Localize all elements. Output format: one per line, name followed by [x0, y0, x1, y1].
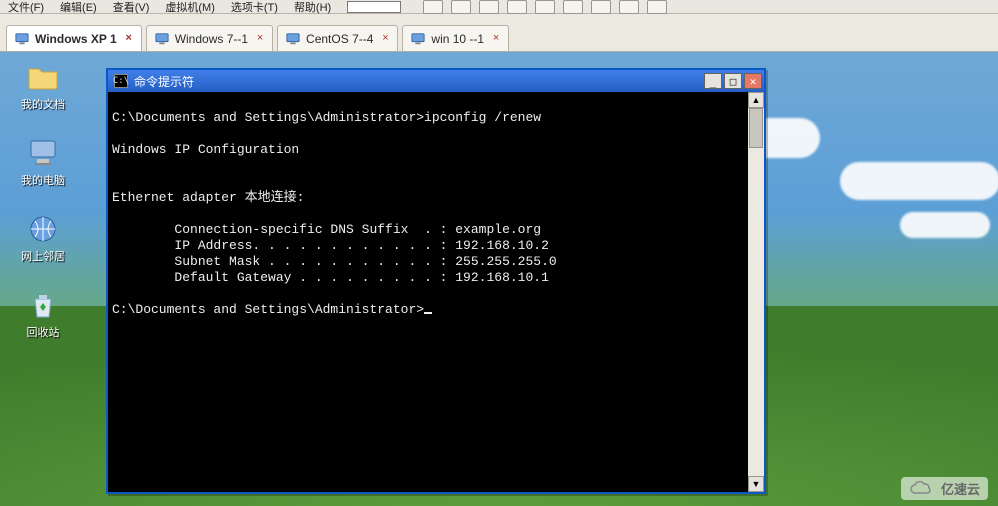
close-icon[interactable]: ×: [123, 32, 135, 44]
desktop-icon-my-computer[interactable]: 我的电脑: [8, 136, 78, 188]
toolbar-icon[interactable]: [423, 0, 443, 14]
vm-tab-label: win 10 --1: [431, 32, 484, 46]
cmd-window[interactable]: C:\ 命令提示符 _ □ ✕ C:\Documents and Setting…: [106, 68, 766, 494]
toolbar-icon[interactable]: [563, 0, 583, 14]
menu-tabs[interactable]: 选项卡(T): [227, 0, 282, 15]
desktop-icon-column: 我的文档 我的电脑 网上邻居 回收站: [8, 60, 78, 340]
monitor-icon: [411, 32, 425, 46]
vertical-scrollbar[interactable]: ▲ ▼: [748, 92, 764, 492]
desktop-icon-my-docs[interactable]: 我的文档: [8, 60, 78, 112]
vm-tab-win10[interactable]: win 10 --1 ×: [402, 25, 509, 51]
desktop-icon-label: 我的文档: [21, 96, 65, 112]
desktop-icon-recycle[interactable]: 回收站: [8, 288, 78, 340]
computer-icon: [26, 136, 60, 170]
menu-edit[interactable]: 编辑(E): [56, 0, 101, 15]
watermark: 亿速云: [901, 477, 988, 500]
cmd-client-area: C:\Documents and Settings\Administrator>…: [108, 92, 764, 492]
vm-tab-centos[interactable]: CentOS 7--4 ×: [277, 25, 398, 51]
toolbar-icon[interactable]: [507, 0, 527, 14]
monitor-icon: [15, 32, 29, 46]
menu-bar: 文件(F) 编辑(E) 查看(V) 虚拟机(M) 选项卡(T) 帮助(H): [0, 0, 998, 14]
maximize-button[interactable]: □: [724, 73, 742, 89]
toolbar: [423, 0, 667, 14]
close-icon[interactable]: ×: [490, 32, 502, 44]
desktop-icon-label: 回收站: [27, 324, 60, 340]
vm-tab-windows-xp[interactable]: Windows XP 1 ×: [6, 25, 142, 51]
cmd-output[interactable]: C:\Documents and Settings\Administrator>…: [108, 92, 748, 492]
vm-tab-label: Windows XP 1: [35, 32, 117, 46]
watermark-text: 亿速云: [941, 479, 980, 498]
xp-desktop[interactable]: 我的文档 我的电脑 网上邻居 回收站: [0, 52, 998, 506]
desktop-icon-label: 我的电脑: [21, 172, 65, 188]
menu-vm[interactable]: 虚拟机(M): [161, 0, 219, 15]
menu-view[interactable]: 查看(V): [109, 0, 154, 15]
vm-tab-windows-7[interactable]: Windows 7--1 ×: [146, 25, 273, 51]
cmd-title-text: 命令提示符: [134, 73, 194, 90]
cursor: [424, 312, 432, 314]
monitor-icon: [286, 32, 300, 46]
cloud-logo-icon: [909, 481, 935, 497]
terminal-icon: C:\: [114, 74, 128, 88]
toolbar-icon[interactable]: [479, 0, 499, 14]
menu-combo[interactable]: [347, 1, 401, 13]
close-icon[interactable]: ×: [379, 32, 391, 44]
recycle-icon: [26, 288, 60, 322]
toolbar-icon[interactable]: [535, 0, 555, 14]
folder-icon: [26, 60, 60, 94]
desktop-icon-label: 网上邻居: [21, 248, 65, 264]
toolbar-icon[interactable]: [647, 0, 667, 14]
close-button[interactable]: ✕: [744, 73, 762, 89]
scroll-thumb[interactable]: [749, 108, 763, 148]
network-icon: [26, 212, 60, 246]
vm-tab-strip: Windows XP 1 × Windows 7--1 × CentOS 7--…: [0, 14, 998, 52]
scroll-down-button[interactable]: ▼: [748, 476, 764, 492]
menu-file[interactable]: 文件(F): [4, 0, 48, 15]
viewport: 文件(F) 编辑(E) 查看(V) 虚拟机(M) 选项卡(T) 帮助(H) Wi…: [0, 0, 998, 506]
scroll-track[interactable]: [748, 108, 764, 476]
toolbar-icon[interactable]: [451, 0, 471, 14]
scroll-up-button[interactable]: ▲: [748, 92, 764, 108]
cmd-titlebar[interactable]: C:\ 命令提示符 _ □ ✕: [108, 70, 764, 92]
desktop-icon-network[interactable]: 网上邻居: [8, 212, 78, 264]
vm-tab-label: CentOS 7--4: [306, 32, 373, 46]
window-buttons: _ □ ✕: [704, 73, 762, 89]
toolbar-icon[interactable]: [619, 0, 639, 14]
monitor-icon: [155, 32, 169, 46]
toolbar-icon[interactable]: [591, 0, 611, 14]
vm-tab-label: Windows 7--1: [175, 32, 248, 46]
minimize-button[interactable]: _: [704, 73, 722, 89]
menu-help[interactable]: 帮助(H): [290, 0, 335, 15]
close-icon[interactable]: ×: [254, 32, 266, 44]
